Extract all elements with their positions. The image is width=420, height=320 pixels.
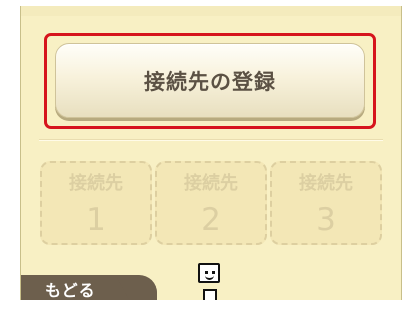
mascot-mouth	[205, 275, 214, 280]
connection-slot-label: 接続先	[299, 173, 353, 194]
connection-slot-2[interactable]: 接続先 2	[155, 161, 267, 245]
back-button-label: もどる	[45, 281, 96, 300]
section-divider	[39, 139, 383, 141]
mascot-body	[203, 289, 217, 300]
mascot-right-eye	[212, 271, 215, 274]
connection-slot-number: 1	[86, 202, 106, 238]
connection-slot-number: 2	[201, 202, 221, 238]
connection-slot-label: 接続先	[69, 173, 123, 194]
register-connection-label: 接続先の登録	[144, 69, 276, 94]
mascot-left-eye	[205, 271, 208, 274]
top-strip	[21, 6, 401, 16]
connection-slot-1[interactable]: 接続先 1	[40, 161, 152, 245]
mascot-icon	[197, 263, 223, 300]
connection-slot-number: 3	[316, 202, 336, 238]
register-connection-button-face[interactable]: 接続先の登録	[55, 43, 365, 118]
back-button[interactable]: もどる	[21, 275, 157, 300]
register-connection-button[interactable]: 接続先の登録	[44, 33, 376, 129]
mascot-head	[198, 263, 220, 283]
connection-settings-screen: 接続先の登録 接続先 1 接続先 2 接続先 3 もどる	[20, 6, 402, 300]
connection-slot-label: 接続先	[184, 173, 238, 194]
connection-slot-3[interactable]: 接続先 3	[270, 161, 382, 245]
